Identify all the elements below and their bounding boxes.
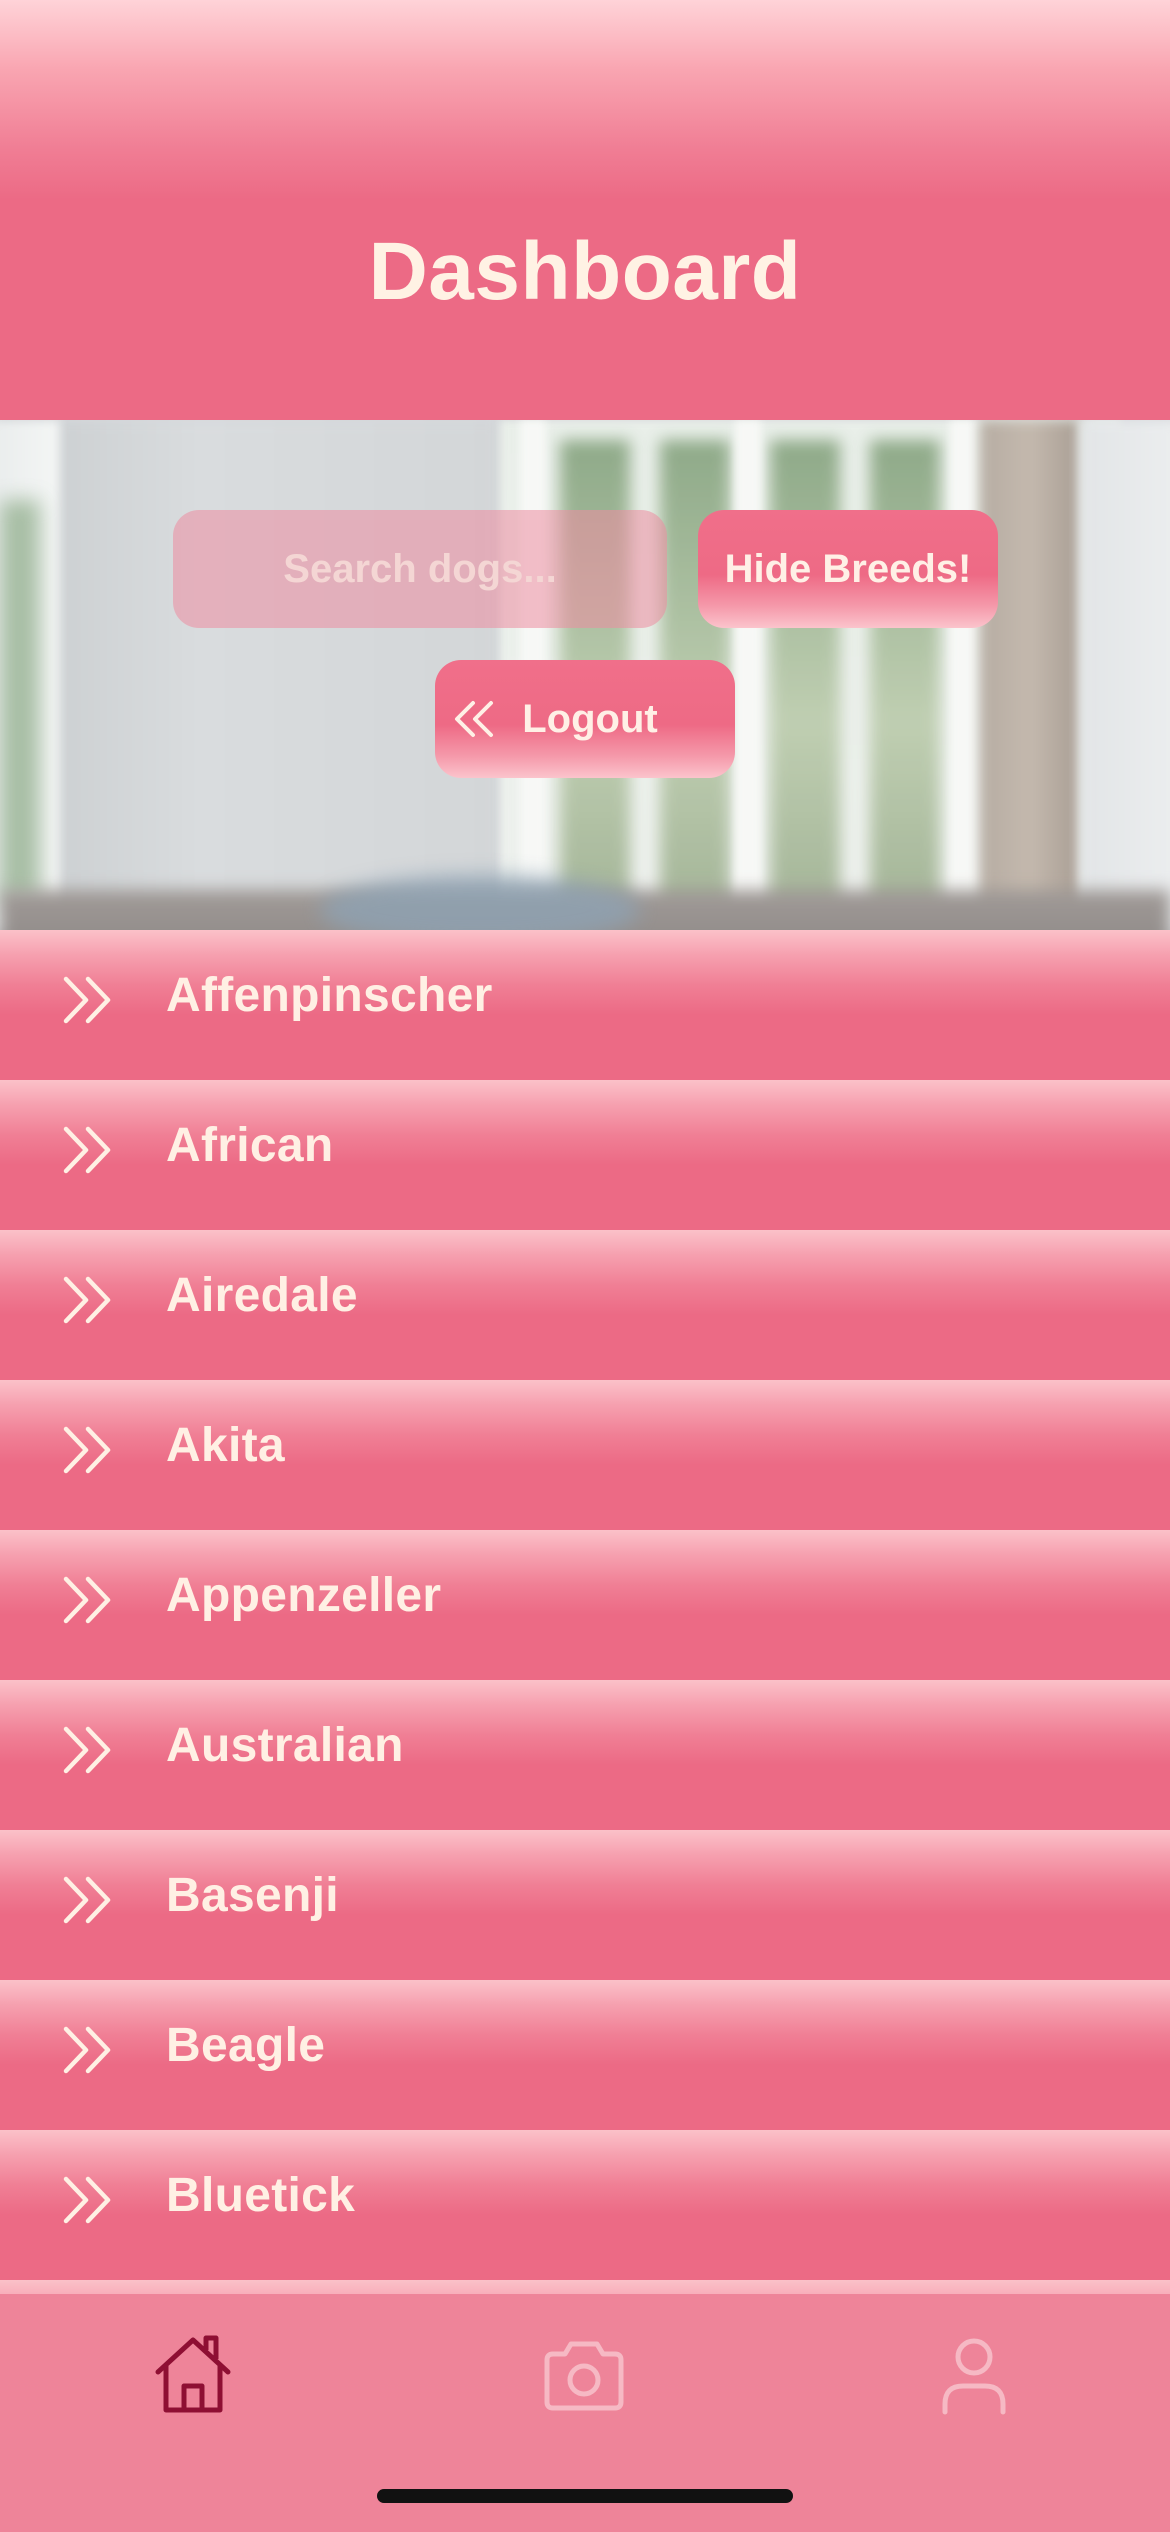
search-input[interactable] — [173, 510, 667, 628]
hide-breeds-button[interactable]: Hide Breeds! — [698, 510, 998, 628]
breed-list-item[interactable]: Airedale — [0, 1230, 1170, 1380]
breed-list-item[interactable]: Basenji — [0, 1830, 1170, 1980]
breed-list-item[interactable]: Akita — [0, 1380, 1170, 1530]
user-icon — [942, 2338, 1006, 2415]
tab-home[interactable] — [148, 2330, 238, 2420]
breed-label: African — [166, 1119, 334, 1172]
breed-label: Airedale — [166, 1269, 358, 1322]
breed-label: Akita — [166, 1419, 285, 1472]
breed-label: Appenzeller — [166, 1569, 442, 1622]
breed-list-item[interactable]: Beagle — [0, 1980, 1170, 2130]
chevrons-right-icon — [63, 976, 111, 1024]
tab-profile[interactable] — [929, 2330, 1019, 2420]
breed-label: Australian — [166, 1719, 404, 1772]
breed-list: Affenpinscher African Airedale Akita App… — [0, 930, 1170, 2430]
chevrons-right-icon — [63, 2176, 111, 2224]
breed-label: Affenpinscher — [166, 969, 493, 1022]
tab-bar — [0, 2294, 1170, 2532]
page-title: Dashboard — [368, 226, 802, 317]
home-indicator — [377, 2489, 793, 2503]
breed-list-item[interactable]: Appenzeller — [0, 1530, 1170, 1680]
chevrons-right-icon — [63, 1426, 111, 1474]
app-screen: Dashboard Hide Breeds! Logout — [0, 0, 1170, 2532]
home-icon — [155, 2335, 231, 2413]
chevrons-left-icon — [455, 701, 493, 737]
breed-list-item[interactable]: Bluetick — [0, 2130, 1170, 2280]
breed-list-item[interactable]: African — [0, 1080, 1170, 1230]
breed-list-item[interactable]: Affenpinscher — [0, 930, 1170, 1080]
header: Dashboard — [0, 0, 1170, 420]
breed-label: Bluetick — [166, 2169, 356, 2222]
breed-label: Beagle — [166, 2019, 326, 2072]
chevrons-right-icon — [63, 2026, 111, 2074]
camera-icon — [544, 2341, 624, 2411]
logout-label: Logout — [522, 696, 658, 741]
breed-list-item[interactable]: Australian — [0, 1680, 1170, 1830]
tab-camera[interactable] — [539, 2330, 629, 2420]
logout-button[interactable]: Logout — [435, 660, 735, 778]
breed-label: Basenji — [166, 1869, 339, 1922]
hide-breeds-label: Hide Breeds! — [724, 546, 972, 591]
chevrons-right-icon — [63, 1276, 111, 1324]
chevrons-right-icon — [63, 1876, 111, 1924]
chevrons-right-icon — [63, 1576, 111, 1624]
chevrons-right-icon — [63, 1126, 111, 1174]
chevrons-right-icon — [63, 1726, 111, 1774]
